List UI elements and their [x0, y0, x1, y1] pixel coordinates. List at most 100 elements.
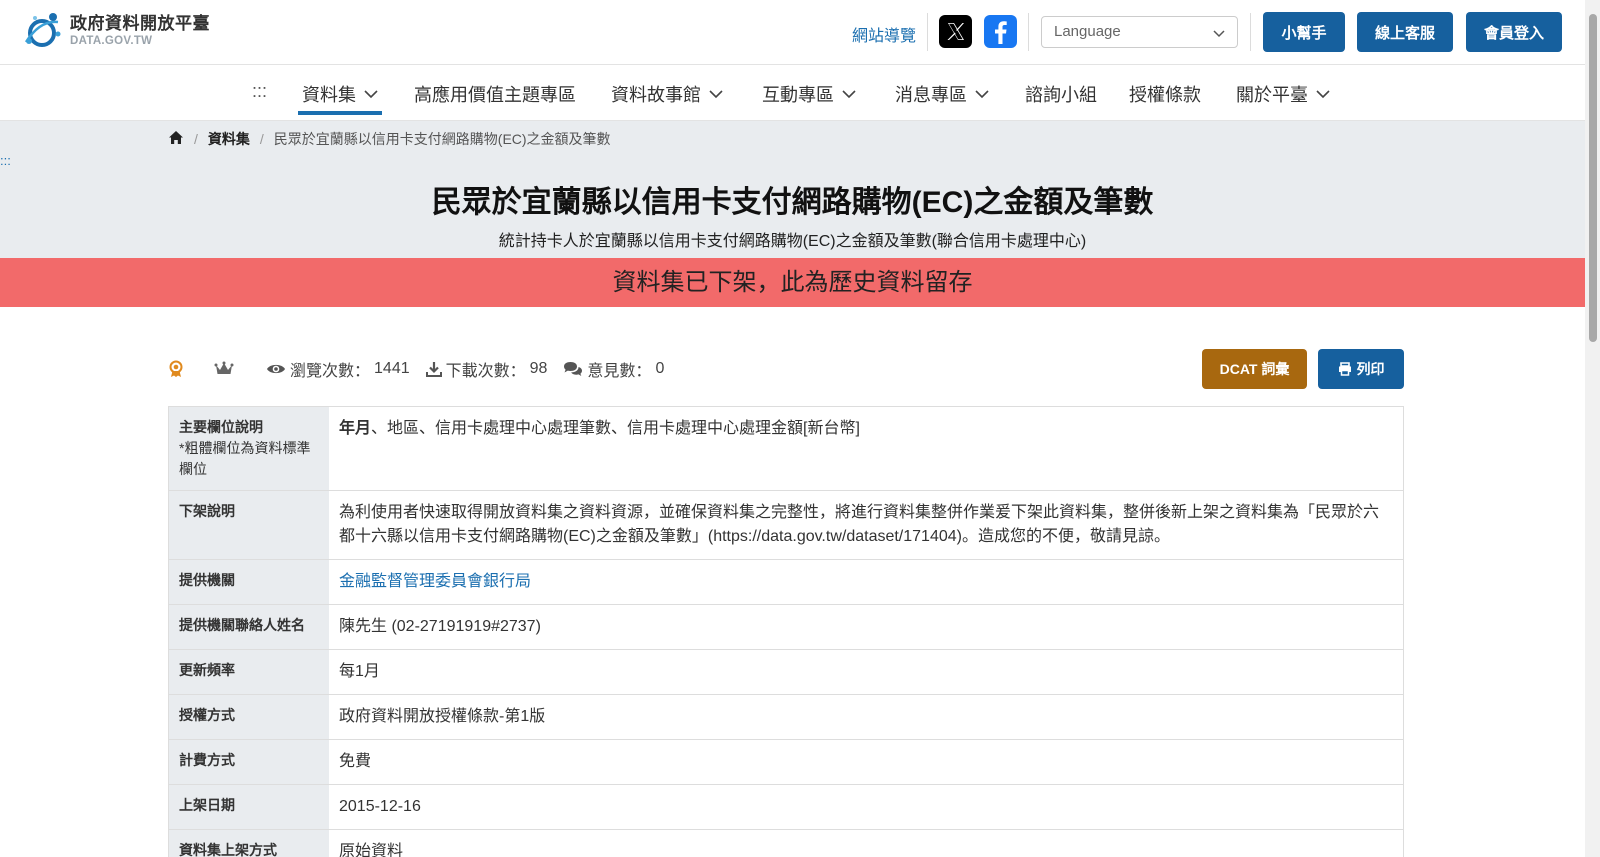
nav-item-label: 授權條款 — [1129, 85, 1201, 105]
standard-field: 年月 — [339, 420, 372, 437]
row-key: 授權方式 — [169, 695, 329, 739]
views-count: 1441 — [374, 360, 410, 377]
nav-item-high-value[interactable]: 高應用價值主題專區 — [414, 81, 576, 107]
scrollbar-thumb[interactable] — [1589, 14, 1597, 342]
nav-item-label: 關於平臺 — [1236, 85, 1308, 105]
table-row: 授權方式 政府資料開放授權條款-第1版 — [169, 695, 1403, 740]
download-icon — [425, 362, 442, 377]
row-value: 政府資料開放授權條款-第1版 — [339, 708, 546, 725]
chevron-down-icon — [975, 90, 989, 99]
nav-active-indicator — [298, 111, 382, 115]
row-key: 更新頻率 — [169, 650, 329, 694]
nav-anchor[interactable]: ::: — [252, 81, 267, 102]
print-button[interactable]: 列印 — [1318, 349, 1404, 389]
chevron-down-icon — [1316, 90, 1330, 99]
dataset-info-table: 主要欄位說明 *粗體欄位為資料標準欄位 年月、地區、信用卡處理中心處理筆數、信用… — [168, 406, 1404, 857]
table-row: 提供機關聯絡人姓名 陳先生 (02-27191919#2737) — [169, 605, 1403, 650]
page-scrollbar[interactable] — [1585, 0, 1600, 857]
row-key: 下架說明 — [169, 491, 329, 559]
helper-button[interactable]: 小幫手 — [1263, 12, 1345, 52]
print-button-label: 列印 — [1356, 361, 1385, 377]
table-row: 下架說明 為利使用者快速取得開放資料集之資料資源，並確保資料集之完整性，將進行資… — [169, 491, 1403, 560]
dataset-stats: 瀏覽次數： 1441 下載次數： 98 意見數： 0 — [168, 357, 680, 381]
site-header: 政府資料開放平臺 DATA.GOV.TW 網站導覽 Language 小幫手 線… — [0, 0, 1585, 65]
table-row: 計費方式 免費 — [169, 740, 1403, 785]
logo-subtitle: DATA.GOV.TW — [70, 34, 153, 47]
row-value: 2015-12-16 — [339, 798, 421, 815]
facebook-icon[interactable] — [984, 15, 1017, 48]
page-title: 民眾於宜蘭縣以信用卡支付網路購物(EC)之金額及筆數 — [431, 186, 1154, 219]
support-button[interactable]: 線上客服 — [1357, 12, 1453, 52]
chevron-down-icon — [709, 90, 723, 99]
views-label: 瀏覽次數： — [290, 363, 371, 380]
comments-icon — [564, 362, 583, 376]
table-row: 上架日期 2015-12-16 — [169, 785, 1403, 830]
login-button[interactable]: 會員登入 — [1466, 12, 1562, 52]
language-select[interactable]: Language — [1041, 16, 1238, 48]
row-value: 每1月 — [339, 663, 380, 680]
logo-title: 政府資料開放平臺 — [70, 13, 210, 33]
eye-icon — [267, 364, 285, 374]
nav-item-label: 互動專區 — [762, 85, 834, 105]
downloads-count: 98 — [529, 360, 548, 377]
nav-item-label: 資料故事館 — [611, 85, 701, 105]
chevron-down-icon — [842, 90, 856, 99]
views-stat: 瀏覽次數： 1441 — [266, 357, 410, 381]
chevron-down-icon — [364, 90, 378, 99]
row-key: 上架日期 — [169, 785, 329, 829]
table-row: 更新頻率 每1月 — [169, 650, 1403, 695]
crown-icon — [214, 361, 238, 377]
row-key: 提供機關聯絡人姓名 — [169, 605, 329, 649]
divider — [1028, 13, 1029, 51]
breadcrumb-separator: / — [194, 131, 198, 147]
breadcrumb-current: 民眾於宜蘭縣以信用卡支付網路購物(EC)之金額及筆數 — [273, 131, 611, 147]
nav-item-datasets[interactable]: 資料集 — [302, 81, 378, 107]
row-key: 提供機關 — [169, 560, 329, 604]
content-anchor[interactable]: ::: — [0, 153, 11, 168]
divider — [927, 13, 928, 51]
comments-count: 0 — [655, 360, 665, 377]
site-logo[interactable]: 政府資料開放平臺 DATA.GOV.TW — [22, 12, 210, 50]
chevron-down-icon — [1213, 26, 1225, 43]
nav-item-label: 諮詢小組 — [1025, 85, 1097, 105]
row-key-note: *粗體欄位為資料標準欄位 — [179, 440, 311, 477]
nav-item-about[interactable]: 關於平臺 — [1236, 81, 1330, 107]
nav-item-stories[interactable]: 資料故事館 — [611, 81, 723, 107]
table-row: 提供機關 金融監督管理委員會銀行局 — [169, 560, 1403, 605]
table-row: 主要欄位說明 *粗體欄位為資料標準欄位 年月、地區、信用卡處理中心處理筆數、信用… — [169, 407, 1403, 491]
nav-item-news[interactable]: 消息專區 — [895, 81, 989, 107]
award-badge-icon — [168, 360, 188, 378]
x-twitter-icon[interactable] — [939, 15, 972, 48]
row-key-label: 主要欄位說明 — [179, 419, 263, 435]
nav-item-label: 資料集 — [302, 85, 356, 105]
table-row: 資料集上架方式 原始資料 — [169, 830, 1403, 857]
downloads-label: 下載次數： — [445, 363, 526, 380]
logo-icon — [22, 12, 62, 50]
other-fields: 、地區、信用卡處理中心處理筆數、信用卡處理中心處理金額[新台幣] — [371, 420, 860, 437]
nav-item-interactive[interactable]: 互動專區 — [762, 81, 856, 107]
nav-item-label: 消息專區 — [895, 85, 967, 105]
row-value: 為利使用者快速取得開放資料集之資料資源，並確保資料集之完整性，將進行資料集整併作… — [339, 504, 1380, 545]
comments-label: 意見數： — [587, 363, 652, 380]
main-navigation: ::: 資料集 高應用價值主題專區 資料故事館 互動專區 消息專區 諮詢小組 授… — [0, 65, 1585, 121]
row-value: 陳先生 (02-27191919#2737) — [339, 618, 541, 635]
breadcrumb-datasets[interactable]: 資料集 — [208, 129, 250, 149]
row-key: 計費方式 — [169, 740, 329, 784]
breadcrumb: / 資料集 / 民眾於宜蘭縣以信用卡支付網路購物(EC)之金額及筆數 — [168, 129, 611, 149]
language-select-value: Language — [1054, 23, 1121, 40]
comments-stat: 意見數： 0 — [563, 357, 664, 381]
nav-item-label: 高應用價值主題專區 — [414, 85, 576, 105]
dcat-vocabulary-button[interactable]: DCAT 詞彙 — [1202, 349, 1307, 389]
row-key: 主要欄位說明 *粗體欄位為資料標準欄位 — [169, 407, 329, 490]
breadcrumb-separator: / — [259, 131, 264, 147]
nav-item-advisory[interactable]: 諮詢小組 — [1025, 81, 1097, 107]
sitemap-link[interactable]: 網站導覽 — [852, 22, 916, 46]
row-value: 免費 — [339, 753, 372, 770]
nav-item-license[interactable]: 授權條款 — [1129, 81, 1201, 107]
delisted-alert-banner: 資料集已下架，此為歷史資料留存 — [0, 258, 1585, 307]
downloads-stat: 下載次數： 98 — [425, 357, 548, 381]
page-subtitle: 統計持卡人於宜蘭縣以信用卡支付網路購物(EC)之金額及筆數(聯合信用卡處理中心) — [498, 233, 1087, 250]
printer-icon — [1338, 362, 1351, 376]
provider-agency-link[interactable]: 金融監督管理委員會銀行局 — [339, 573, 531, 590]
home-icon[interactable] — [168, 130, 184, 148]
